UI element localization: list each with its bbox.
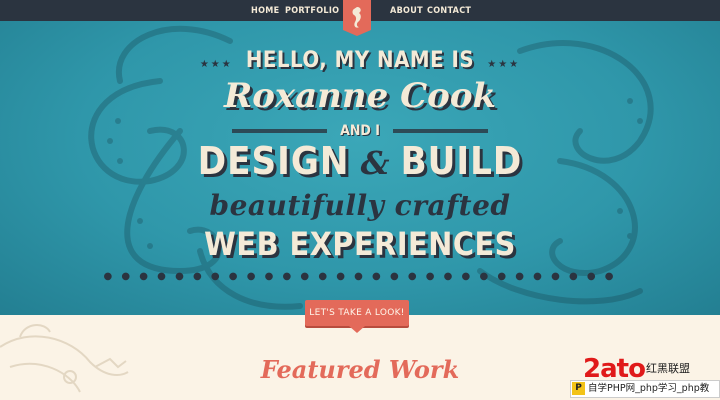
greeting-row: ★★★ HELLO, MY NAME IS ★★★	[0, 48, 720, 73]
nav-home[interactable]: HOME	[251, 4, 279, 18]
design-build-row: DESIGN & BUILD	[0, 139, 720, 183]
star-icon: ★★★	[487, 59, 521, 70]
star-icon: ★★★	[199, 59, 233, 70]
watermark-bar-text: 自学PHP网_php学习_php教	[588, 383, 710, 394]
hero-name: Roxanne Cook	[223, 76, 497, 116]
watermark-chinese: 红黑联盟	[646, 362, 690, 375]
design-text: DESIGN	[197, 139, 350, 183]
divider-left	[232, 128, 327, 133]
and-i-text: AND I	[340, 122, 380, 139]
divider-right	[393, 128, 488, 133]
greeting-text: HELLO, MY NAME IS	[245, 48, 475, 73]
seahorse-logo-icon[interactable]	[339, 0, 375, 36]
hero-section: ★★★ HELLO, MY NAME IS ★★★ Roxanne Cook A…	[0, 21, 720, 315]
experiences-text: WEB EXPERIENCES	[204, 225, 516, 263]
ampersand-text: &	[360, 144, 390, 182]
build-text: BUILD	[400, 139, 523, 183]
nav-contact[interactable]: CONTACT	[427, 4, 471, 18]
and-i-row: AND I	[0, 120, 720, 139]
php-icon: P	[572, 382, 585, 395]
dotted-divider: ● ● ● ● ● ● ● ● ● ● ● ● ● ● ● ● ● ● ● ● …	[103, 271, 617, 282]
nav-about[interactable]: ABOUT	[390, 4, 423, 18]
cta-pointer	[349, 326, 365, 333]
tagline-text: beautifully crafted	[209, 189, 511, 222]
nav-portfolio[interactable]: PORTFOLIO	[285, 4, 339, 18]
take-a-look-button[interactable]: LET'S TAKE A LOOK!	[305, 300, 409, 326]
